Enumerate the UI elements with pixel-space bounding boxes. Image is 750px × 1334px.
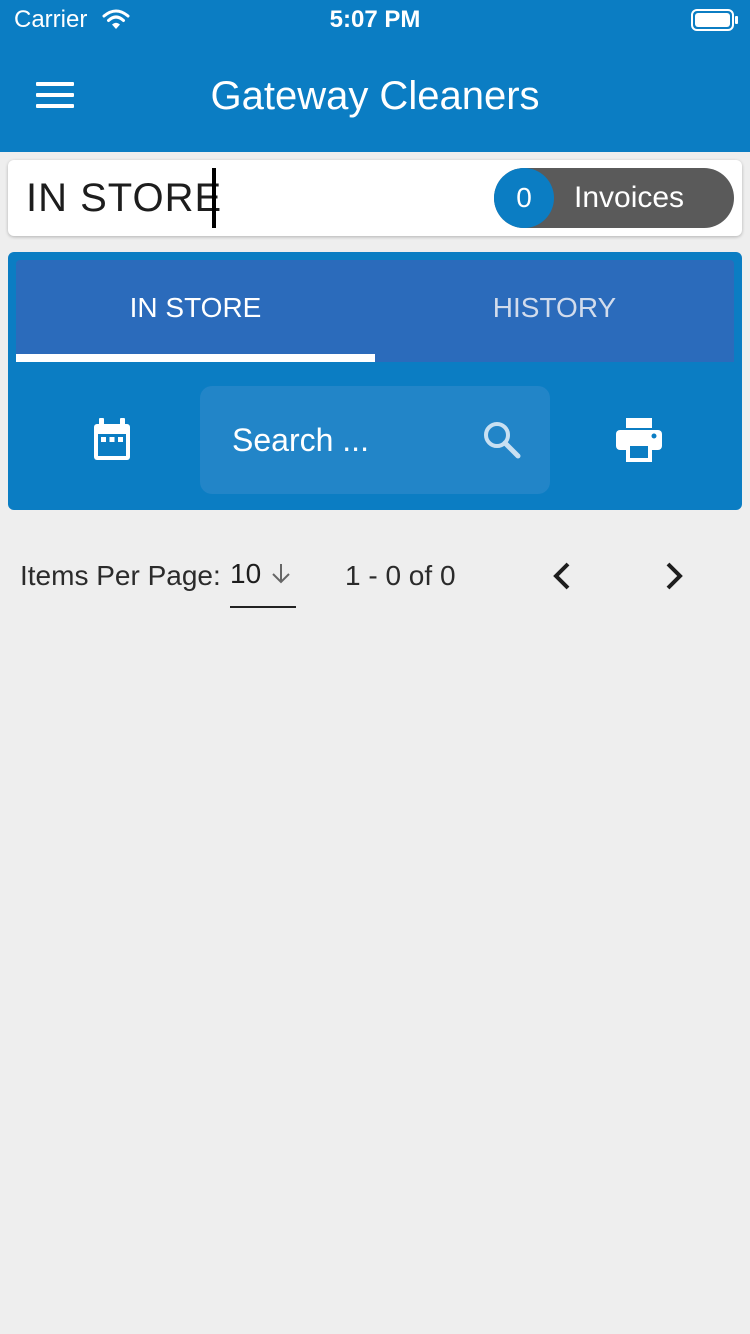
battery-icon xyxy=(691,9,738,31)
text-caret xyxy=(212,168,216,228)
tab-in-store[interactable]: IN STORE xyxy=(16,260,375,362)
pagination-bar: Items Per Page: 10 1 - 0 of 0 xyxy=(0,540,750,620)
printer-icon[interactable] xyxy=(616,418,662,462)
invoices-label: Invoices xyxy=(574,181,685,214)
page-range-text: 1 - 0 of 0 xyxy=(345,560,456,591)
search-box xyxy=(200,386,550,494)
chevron-right-icon[interactable] xyxy=(660,560,688,592)
store-location-label: IN STORE xyxy=(26,176,223,220)
chevron-left-icon[interactable] xyxy=(548,560,576,592)
orders-panel: IN STORE HISTORY xyxy=(8,252,742,510)
tab-bar: IN STORE HISTORY xyxy=(16,260,734,362)
items-per-page-value: 10 xyxy=(230,558,262,589)
status-time: 5:07 PM xyxy=(329,6,421,33)
active-tab-indicator xyxy=(16,354,375,362)
store-bar: IN STORE 0 Invoices xyxy=(8,160,742,236)
status-bar: Carrier 5:07 PM xyxy=(0,0,750,40)
magnifier-icon[interactable] xyxy=(482,420,522,460)
calendar-icon[interactable] xyxy=(92,418,132,462)
arrow-down-icon xyxy=(272,564,290,584)
items-per-page-label: Items Per Page: xyxy=(20,560,221,591)
invoice-count-badge: 0 xyxy=(494,168,554,228)
app-title: Gateway Cleaners xyxy=(210,74,540,118)
app-header: Carrier 5:07 PM Gateway Cleaners xyxy=(0,0,750,152)
invoices-button[interactable]: 0 Invoices xyxy=(494,168,734,228)
tab-history[interactable]: HISTORY xyxy=(375,260,734,362)
search-input[interactable] xyxy=(230,416,474,464)
items-per-page-select[interactable]: 10 xyxy=(230,558,296,608)
